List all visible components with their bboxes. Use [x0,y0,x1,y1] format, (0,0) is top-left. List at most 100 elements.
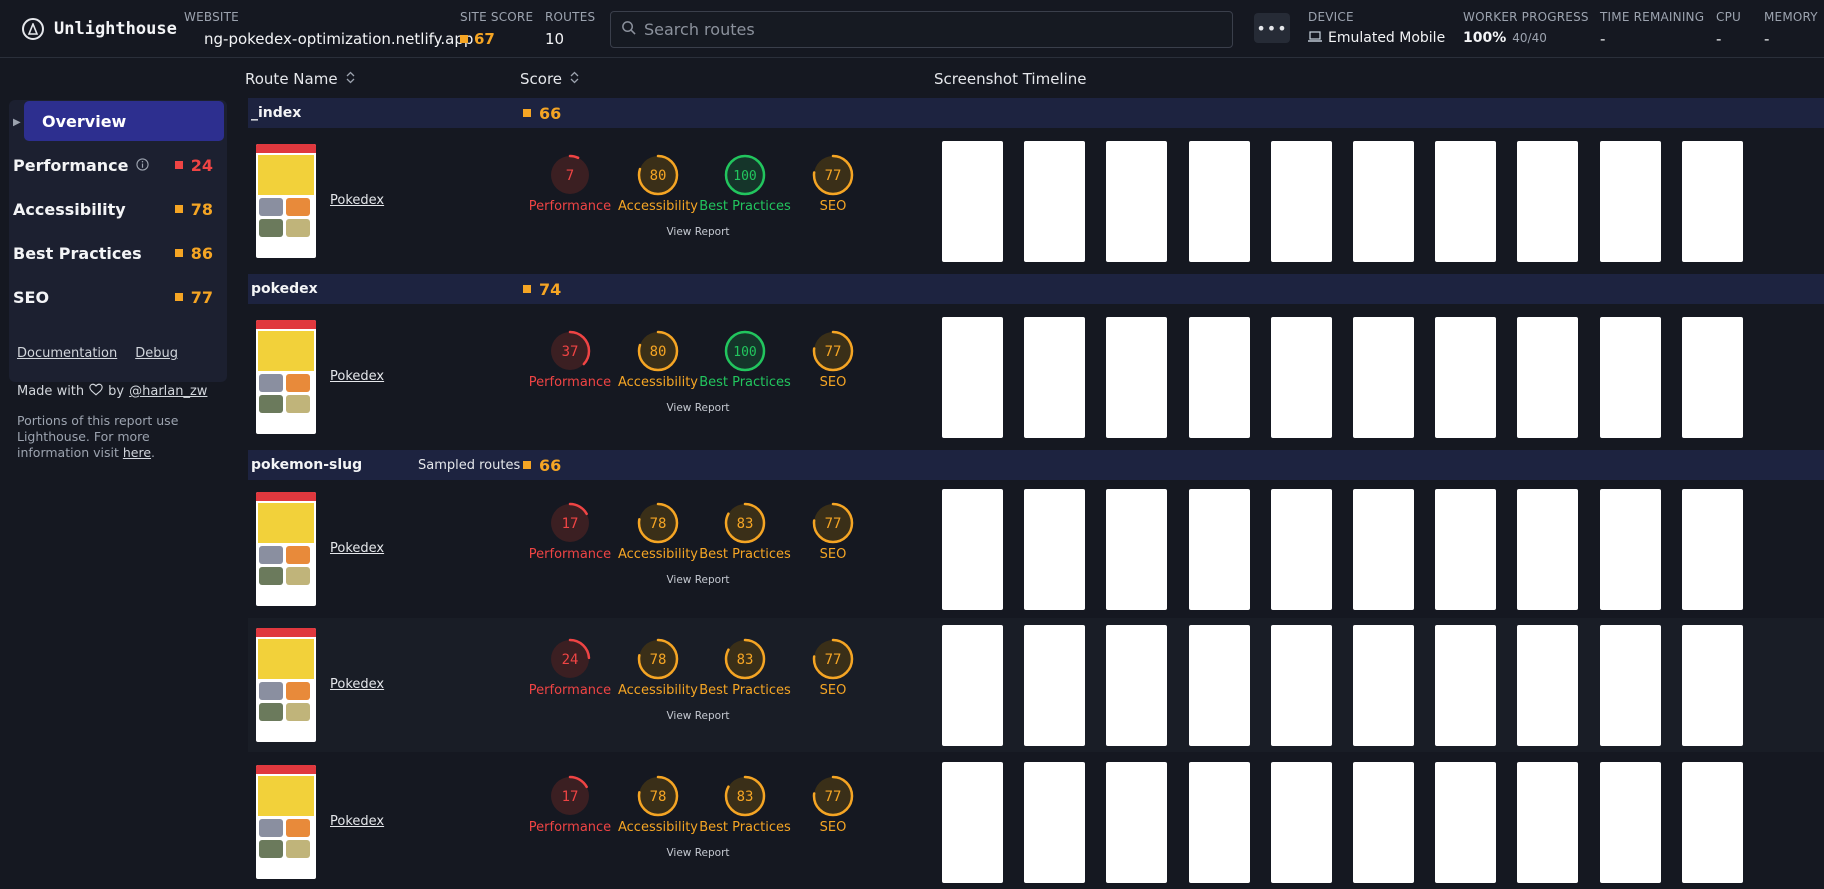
cpu-stat: CPU - [1716,10,1741,48]
view-report-link[interactable]: View Report [648,574,748,586]
score-gauge-best-practices[interactable]: 83 Best Practices [695,774,795,835]
gauge-ring: 17 [549,502,591,544]
route-link[interactable]: Pokedex [330,541,384,556]
score-gauge-accessibility[interactable]: 80 Accessibility [608,329,708,390]
sidebar-item-seo[interactable]: SEO 77 [13,278,213,316]
here-link[interactable]: here [123,445,151,460]
score-gauge-best-practices[interactable]: 100 Best Practices [695,329,795,390]
documentation-link[interactable]: Documentation [17,346,117,361]
route-group-score: 66 [539,455,562,475]
route-thumbnail [256,628,316,742]
device-label: DEVICE [1308,10,1354,24]
more-options-button[interactable]: ••• [1254,13,1290,43]
gauge-label: Performance [528,375,612,390]
score-gauge-best-practices[interactable]: 100 Best Practices [695,153,795,214]
sidebar-item-label: Accessibility [13,199,126,219]
worker-progress-value: 100% [1463,30,1507,46]
timeline-frame [1188,141,1250,262]
sidebar-item-score: 86 [190,243,213,263]
timeline-frame [1435,625,1497,746]
logo[interactable]: Unlighthouse [22,18,177,40]
gauge-ring: 80 [637,154,679,196]
gauge-ring: 78 [637,775,679,816]
view-report-link[interactable]: View Report [648,710,748,722]
view-report-link[interactable]: View Report [648,847,748,859]
view-report-link[interactable]: View Report [648,402,748,414]
score-gauge-seo[interactable]: 77 SEO [783,153,883,214]
score-gauge-seo[interactable]: 77 SEO [783,637,883,698]
routes-stat: ROUTES 10 [545,10,595,48]
gauge-label: Performance [528,199,612,214]
score-gauge-accessibility[interactable]: 78 Accessibility [608,637,708,698]
sidebar-item-overview[interactable]: Overview [24,101,224,141]
score-gauge-seo[interactable]: 77 SEO [783,329,883,390]
gauge-ring: 77 [812,638,854,680]
column-header-route-name[interactable]: Route Name [245,70,355,88]
gauge-label: SEO [819,819,847,835]
search-input[interactable] [644,20,1204,39]
timeline-frame [1024,317,1086,438]
score-gauge-accessibility[interactable]: 78 Accessibility [608,774,708,835]
search-box[interactable] [610,11,1233,48]
debug-link[interactable]: Debug [135,346,178,361]
timeline-frame [942,761,1003,883]
score-gauge-seo[interactable]: 77 SEO [783,501,883,562]
gauge-score: 78 [650,789,667,805]
gauge-ring: 80 [637,330,679,372]
sidebar-item-label: Performance [13,155,129,175]
sort-icon[interactable] [570,70,579,88]
score-gauge-best-practices[interactable]: 83 Best Practices [695,637,795,698]
score-gauge-accessibility[interactable]: 78 Accessibility [608,501,708,562]
website-stat: WEBSITE ng-pokedex-optimization.netlify.… [184,10,473,48]
score-gauge-accessibility[interactable]: 80 Accessibility [608,153,708,214]
gauge-score: 7 [566,168,574,184]
heart-icon [89,383,103,400]
score-gauge-seo[interactable]: 77 SEO [783,774,883,835]
score-indicator-icon [523,109,531,117]
route-thumbnail [256,320,316,434]
routes-label: ROUTES [545,10,596,24]
gauge-ring: 78 [637,502,679,544]
score-gauge-performance[interactable]: 24 Performance [520,637,620,698]
route-link[interactable]: Pokedex [330,677,384,692]
timeline-frame [1106,489,1168,610]
score-gauge-performance[interactable]: 17 Performance [520,501,620,562]
column-header-score[interactable]: Score [520,70,579,88]
timeline-frame [1599,761,1661,883]
search-icon [621,20,636,39]
table-row: Pokedex 17 Performance 78 Accessibility 83 Bes… [248,754,1824,889]
route-link[interactable]: Pokedex [330,814,384,829]
route-group-pokedex[interactable]: pokedex 74 [248,274,1824,304]
sidebar-item-best-practices[interactable]: Best Practices 86 [13,234,213,272]
info-icon[interactable] [135,156,149,175]
score-gauge-performance[interactable]: 7 Performance [520,153,620,214]
sidebar-item-score: 78 [190,199,213,219]
timeline-frame [1188,317,1250,438]
score-gauge-performance[interactable]: 37 Performance [520,329,620,390]
view-report-link[interactable]: View Report [648,226,748,238]
score-gauge-best-practices[interactable]: 83 Best Practices [695,501,795,562]
route-group-pokemon-slug[interactable]: pokemon-slug Sampled routes 66 [248,450,1824,480]
route-group-index[interactable]: _index 66 [248,98,1824,128]
timeline-frame [1435,761,1497,883]
route-link[interactable]: Pokedex [330,369,384,384]
timeline-frame [1353,761,1414,883]
cpu-label: CPU [1716,10,1741,24]
timeline-frame [1353,141,1414,262]
gauge-score: 78 [650,516,667,532]
route-thumbnail [256,492,316,606]
sidebar-item-accessibility[interactable]: Accessibility 78 [13,190,213,228]
site-score-stat: SITE SCORE 67 [460,10,533,48]
timeline-frame [1599,317,1661,438]
sidebar-item-performance[interactable]: Performance 24 [13,146,213,184]
score-gauge-performance[interactable]: 17 Performance [520,774,620,835]
route-link[interactable]: Pokedex [330,193,384,208]
gauge-label: Accessibility [618,819,698,835]
gauge-ring: 83 [724,638,766,680]
device-stat: DEVICE Emulated Mobile [1308,10,1445,46]
score-indicator-icon [174,205,183,213]
cpu-value: - [1716,30,1722,48]
sort-icon[interactable] [346,70,355,88]
timeline-frame [1106,625,1168,746]
author-link[interactable]: @harlan_zw [129,384,207,399]
